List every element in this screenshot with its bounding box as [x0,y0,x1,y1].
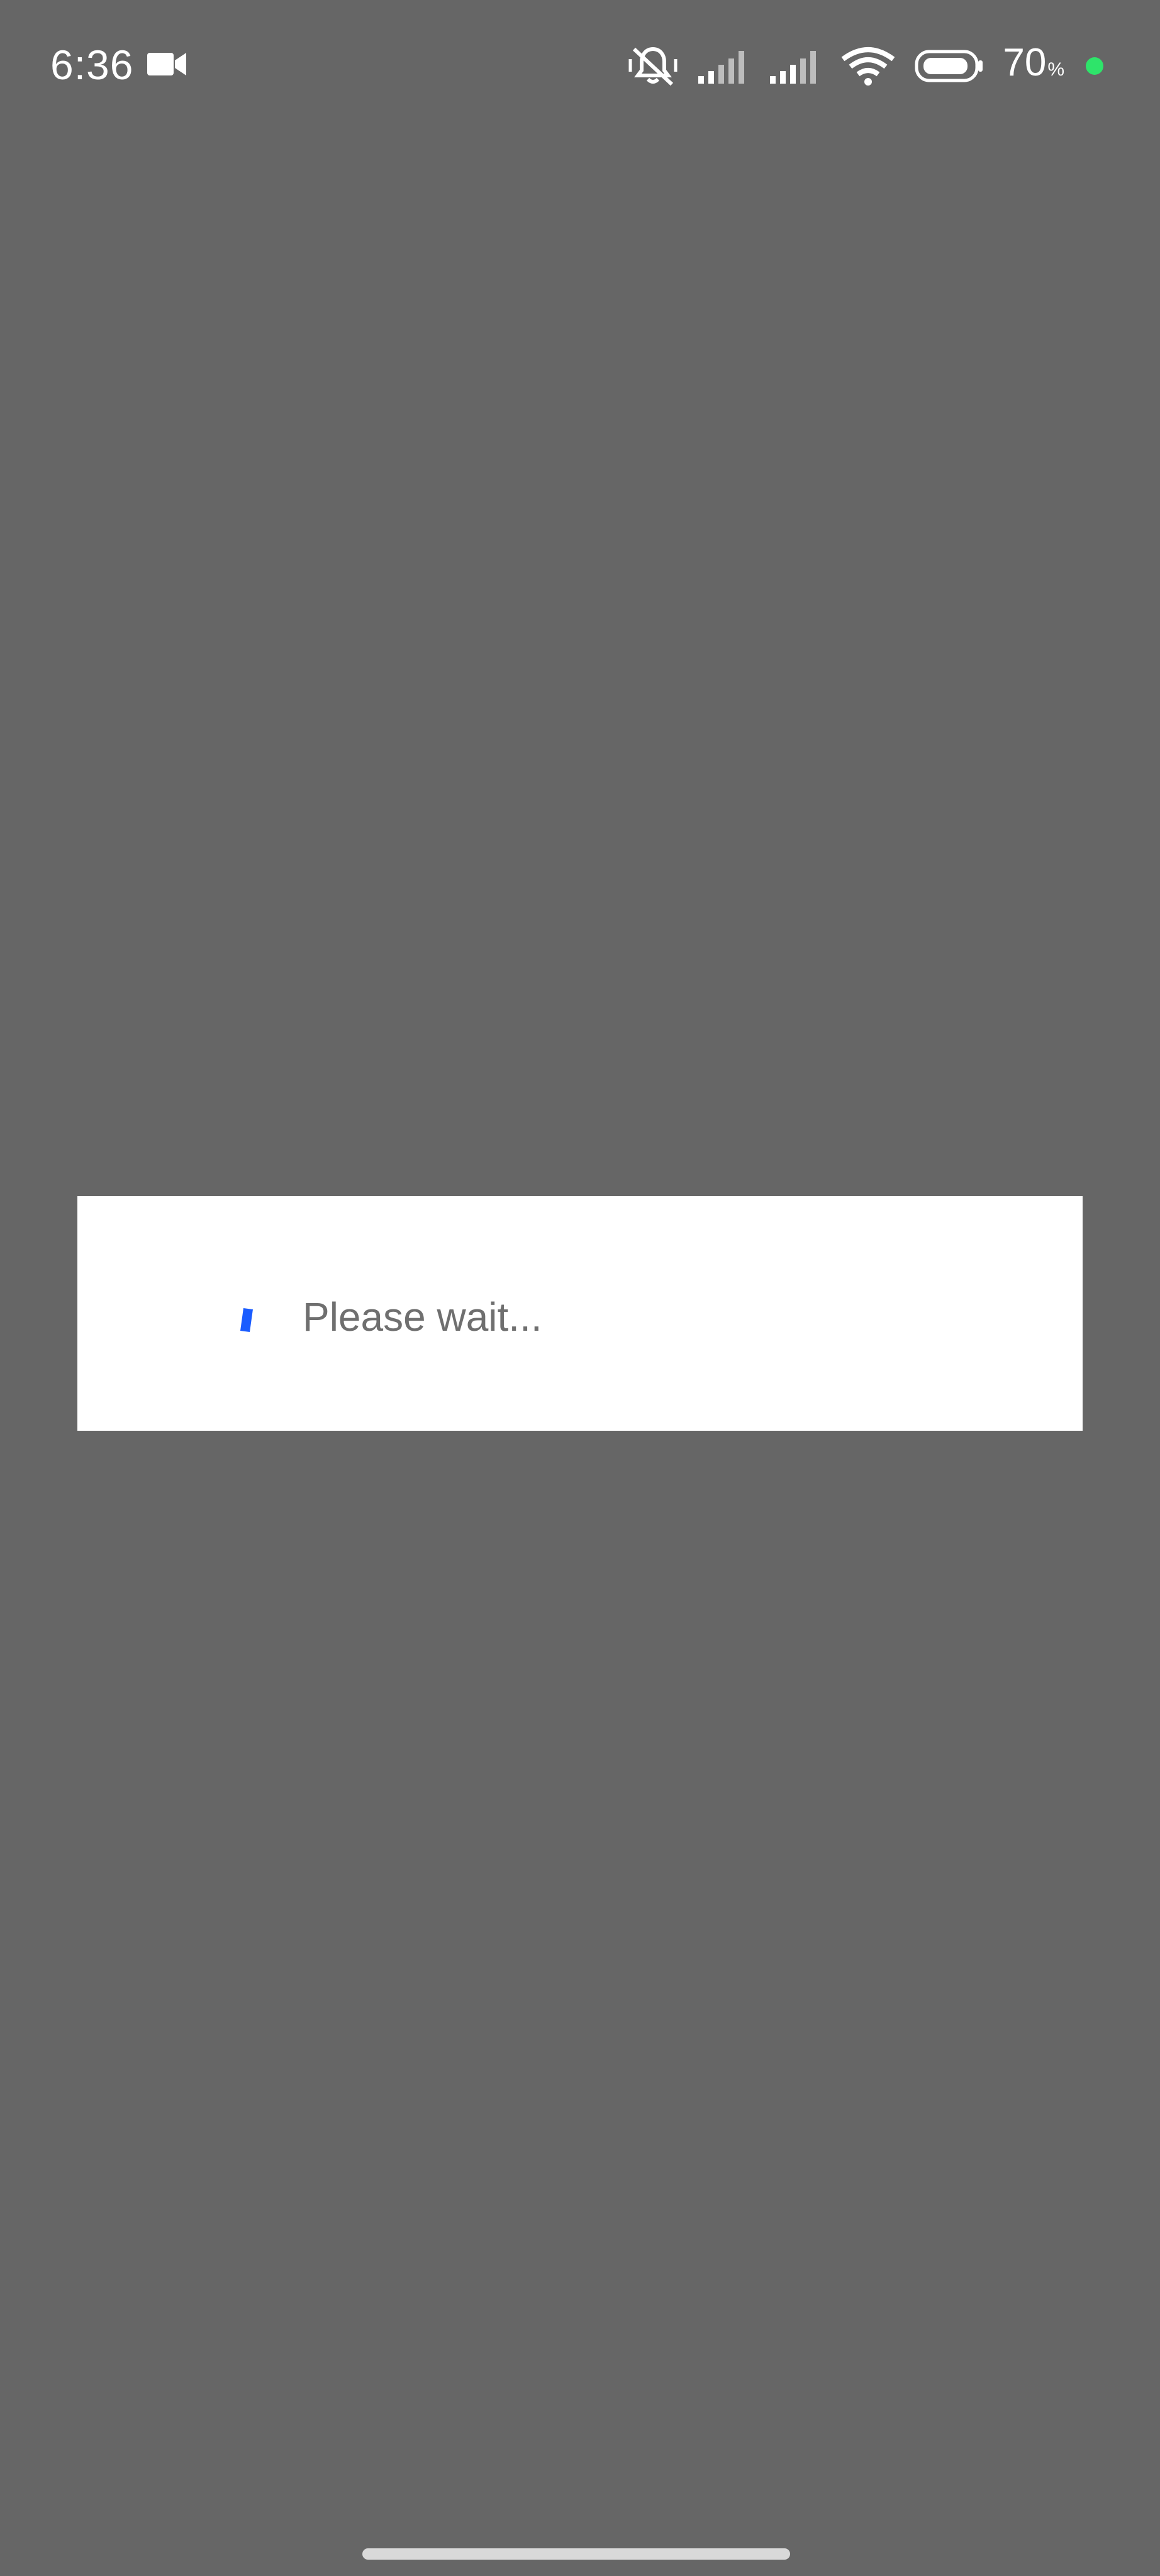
signal-bars-icon [770,51,817,84]
status-time: 6:36 [50,42,134,88]
loading-dialog [77,1196,1083,1431]
status-icons: 70 % [628,39,1103,93]
loading-spinner-icon [240,1308,253,1332]
battery-percentage: 70 % [1003,36,1064,97]
battery-unit: % [1047,58,1064,80]
status-bar: 6:36 70 % [0,0,1160,132]
dialog-message: Please wait... [303,1294,542,1340]
battery-level: 70 [1003,40,1047,84]
vibrate-off-icon [628,47,678,86]
battery-icon [915,50,983,82]
signal-bars-icon [698,51,745,84]
home-indicator[interactable] [362,2548,790,2560]
video-camera-icon [147,53,186,75]
wifi-icon [841,47,895,86]
charging-dot-icon [1086,57,1103,75]
